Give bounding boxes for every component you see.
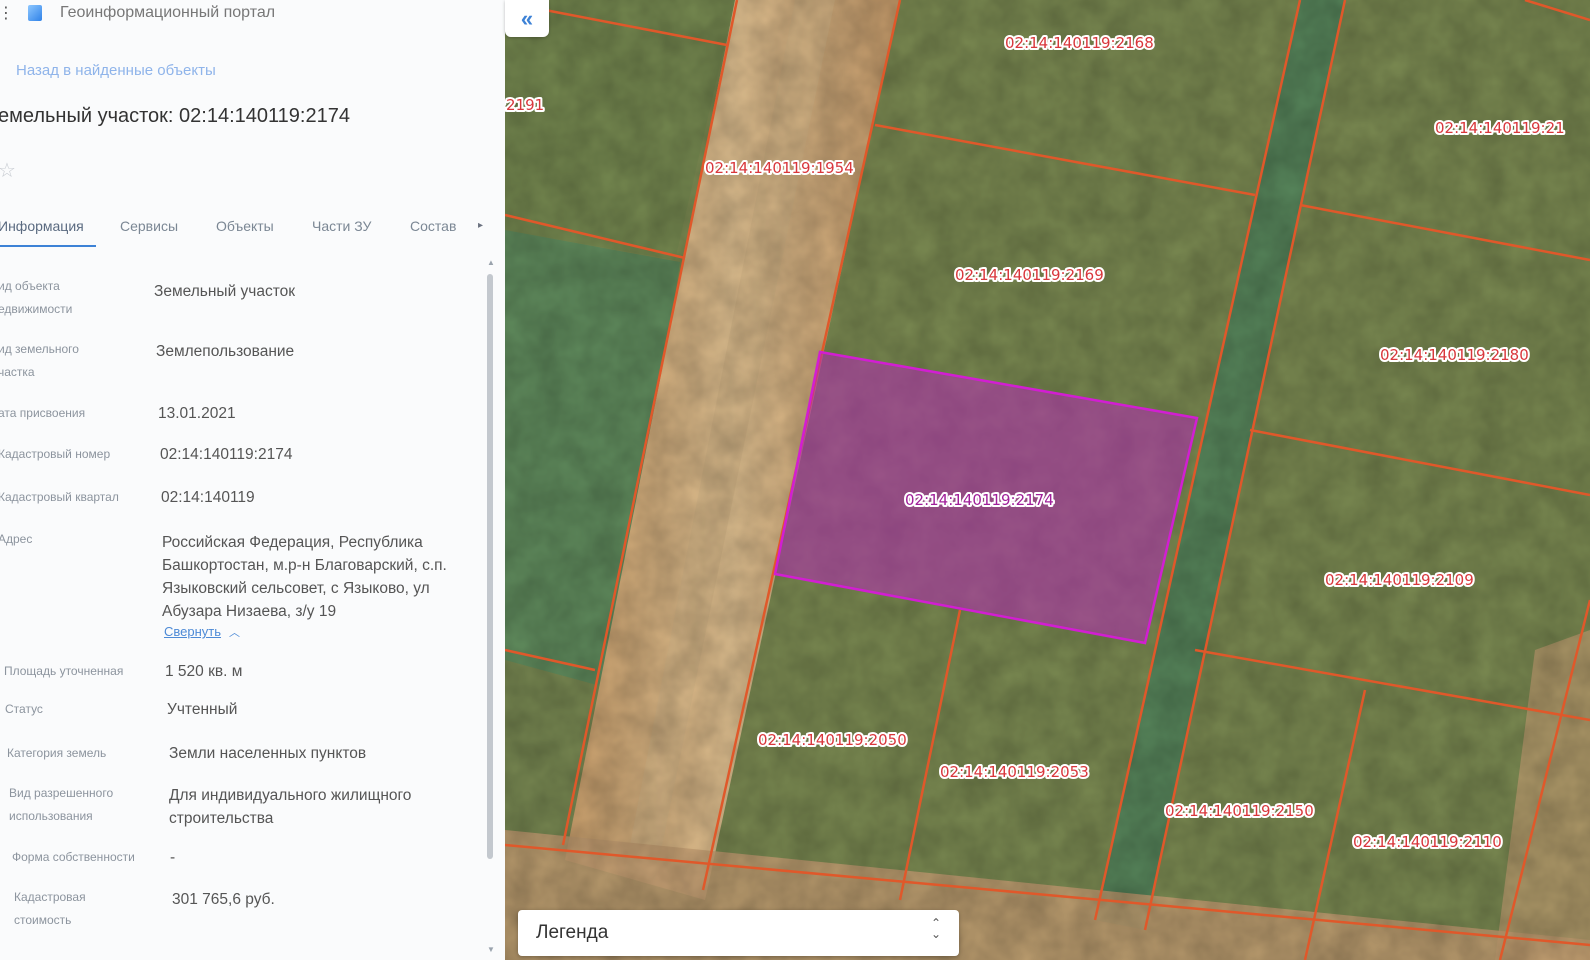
menu-icon[interactable]: ⋮ bbox=[0, 3, 14, 23]
parcel-label[interactable]: 02:14:140119:1954 bbox=[703, 157, 856, 179]
collapse-panel-button[interactable]: « bbox=[505, 0, 549, 37]
row-value: 301 765,6 руб. bbox=[172, 891, 275, 908]
object-title: емельный участок: 02:14:140119:2174 bbox=[0, 105, 350, 127]
tab-composition[interactable]: Состав bbox=[410, 218, 456, 234]
info-panel: ⋮ Геоинформационный портал Назад в найде… bbox=[0, 0, 506, 960]
parcel-label[interactable]: :2191 bbox=[505, 94, 546, 116]
row-label: ата присвоения bbox=[0, 406, 86, 420]
row-label: Кадастровый номер bbox=[0, 447, 111, 461]
row-label: Площадь уточненная bbox=[4, 664, 124, 678]
tabs-more-chevron-right-icon[interactable]: ▸ bbox=[478, 220, 483, 231]
parcel-label[interactable]: 02:14:140119:2050 bbox=[756, 729, 909, 751]
scrollbar-thumb[interactable] bbox=[487, 274, 493, 859]
row-value: 1 520 кв. м bbox=[165, 663, 243, 680]
row-label: Статус bbox=[5, 702, 43, 716]
tab-objects[interactable]: Объекты bbox=[216, 218, 274, 234]
parcel-label[interactable]: 02:14:140119:2110 bbox=[1351, 831, 1504, 853]
row-value: Российская Федерация, Республика Башкорт… bbox=[162, 534, 447, 620]
row-label: Вид разрешенного использования bbox=[9, 786, 114, 823]
portal-title: Геоинформационный портал bbox=[60, 4, 276, 21]
star-icon[interactable]: ☆ bbox=[0, 158, 16, 183]
portal-logo-icon bbox=[28, 5, 42, 21]
map-canvas[interactable]: 02:14:140119:2168 :2191 02:14:140119:21 … bbox=[505, 0, 1590, 960]
map-view[interactable]: 02:14:140119:2168 :2191 02:14:140119:21 … bbox=[505, 0, 1590, 960]
row-value: - bbox=[170, 849, 176, 866]
row-value: Для индивидуального жилищного строительс… bbox=[169, 787, 412, 827]
chevron-up-down-icon[interactable]: ⌃ ⌄ bbox=[931, 917, 941, 940]
address-collapse[interactable]: Свернуть ︿ bbox=[164, 623, 240, 641]
row-label: Адрес bbox=[0, 532, 33, 546]
row-label: Кадастровая стоимость bbox=[14, 890, 86, 927]
double-chevron-left-icon: « bbox=[520, 5, 534, 31]
row-label: Форма собственности bbox=[12, 850, 135, 864]
tab-information[interactable]: Информация bbox=[0, 218, 84, 234]
tab-parts[interactable]: Части ЗУ bbox=[312, 218, 371, 234]
parcel-label[interactable]: 02:14:140119:2109 bbox=[1323, 569, 1476, 591]
legend-label: Легенда bbox=[536, 922, 609, 943]
row-value: 13.01.2021 bbox=[158, 405, 236, 422]
tab-services[interactable]: Сервисы bbox=[120, 218, 178, 234]
parcel-label[interactable]: 02:14:140119:2150 bbox=[1163, 800, 1316, 822]
row-value: Земельный участок bbox=[154, 283, 296, 300]
portal-header: ⋮ Геоинформационный портал bbox=[0, 2, 275, 24]
scroll-down-icon[interactable]: ▼ bbox=[487, 945, 495, 954]
scroll-up-icon[interactable]: ▲ bbox=[487, 258, 495, 267]
parcel-label[interactable]: 02:14:140119:2168 bbox=[1003, 32, 1156, 54]
collapse-link[interactable]: Свернуть bbox=[164, 624, 221, 639]
parcel-label[interactable]: 02:14:140119:2180 bbox=[1378, 344, 1531, 366]
row-value: 02:14:140119 bbox=[161, 489, 255, 506]
parcel-label[interactable]: 02:14:140119:2169 bbox=[953, 264, 1106, 286]
chevron-up-icon[interactable]: ︿ bbox=[229, 624, 240, 640]
row-label: Категория земель bbox=[7, 746, 107, 760]
row-value: 02:14:140119:2174 bbox=[160, 446, 293, 463]
parcel-label-selected[interactable]: 02:14:140119:2174 bbox=[903, 489, 1056, 511]
row-value: Учтенный bbox=[167, 701, 238, 718]
parcel-label[interactable]: 02:14:140119:2053 bbox=[938, 761, 1091, 783]
parcel-label[interactable]: 02:14:140119:21 bbox=[1433, 117, 1567, 139]
panel-scrollbar[interactable]: ▲ ▼ bbox=[486, 258, 495, 954]
row-label: ид объекта едвижимости bbox=[0, 279, 73, 316]
object-tabs: Информация Сервисы Объекты Части ЗУ Сост… bbox=[0, 206, 495, 250]
row-label: Кадастровый квартал bbox=[0, 490, 119, 504]
legend-dropdown[interactable]: Легенда ⌃ ⌄ bbox=[518, 910, 959, 956]
row-value: Земли населенных пунктов bbox=[169, 745, 367, 762]
row-value: Землепользование bbox=[156, 343, 295, 360]
active-tab-indicator bbox=[0, 245, 96, 247]
back-to-results-link[interactable]: Назад в найденные объекты bbox=[16, 62, 216, 79]
row-label: ид земельного частка bbox=[0, 342, 79, 379]
